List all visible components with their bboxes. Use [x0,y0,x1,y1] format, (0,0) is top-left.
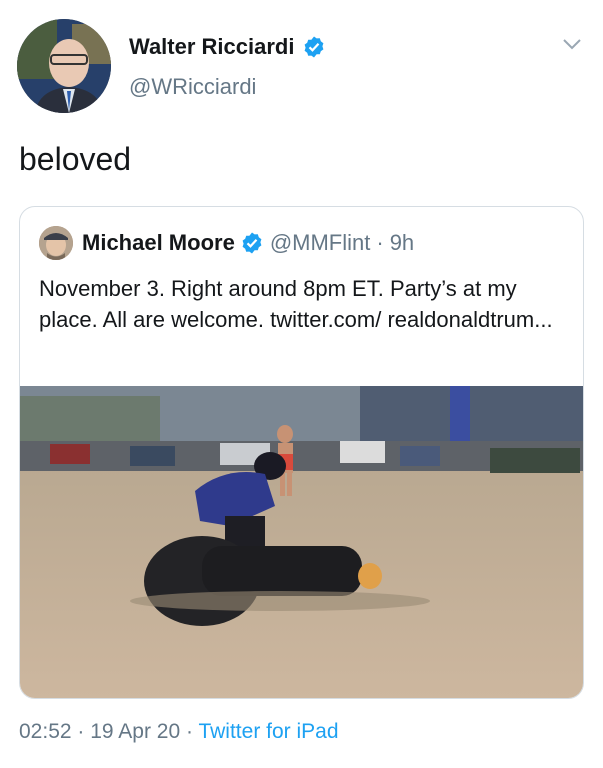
author-name[interactable]: Walter Ricciardi [129,34,294,60]
quoted-tweet-card[interactable]: Michael Moore @MMFlint · 9h November 3. … [19,206,584,699]
separator: · [376,230,384,255]
author-avatar[interactable] [17,19,111,113]
tweet-date[interactable]: 19 Apr 20 [90,720,180,743]
verified-badge-icon [242,232,262,254]
tweet-footer: 02:52 · 19 Apr 20 · Twitter for iPad [19,720,339,744]
verified-badge-icon [305,36,324,58]
quoted-author-name: Michael Moore [82,230,235,255]
chevron-down-icon[interactable] [561,36,583,52]
quoted-author-handle: @MMFlint [269,230,371,255]
quoted-tweet-header: Michael Moore @MMFlint · 9h [39,226,414,260]
quoted-tweet-video[interactable] [20,386,583,699]
tweet-text: beloved [19,141,132,177]
separator: · [77,720,85,743]
author-info: Walter Ricciardi @WRicciardi [129,34,326,100]
quoted-author-avatar [39,226,73,260]
tweet-time[interactable]: 02:52 [19,720,72,743]
author-name-row: Walter Ricciardi [129,34,326,60]
tweet-source-link[interactable]: Twitter for iPad [198,720,338,743]
quoted-tweet-age: 9h [389,230,415,255]
separator: · [186,720,193,743]
author-handle[interactable]: @WRicciardi [129,74,326,100]
quoted-tweet-text: November 3. Right around 8pm ET. Party’s… [39,276,553,332]
